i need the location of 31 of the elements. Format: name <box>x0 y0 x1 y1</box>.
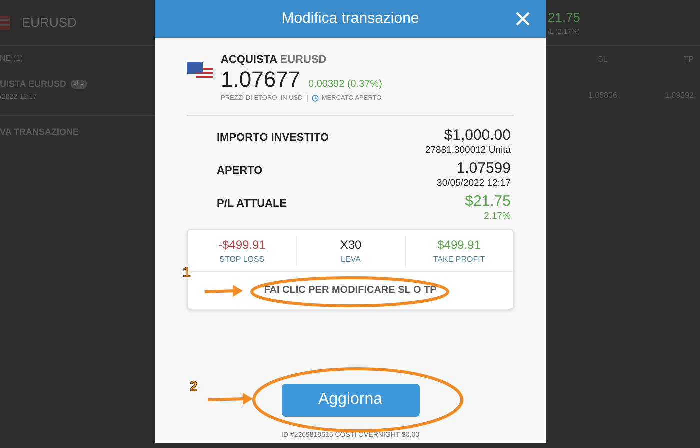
field-value: 1.07599 <box>456 159 511 178</box>
currency-flags-icon <box>187 62 213 80</box>
price: 1.07677 <box>221 68 301 90</box>
modal-title: Modifica transazione <box>282 8 420 29</box>
trade-instrument: ACQUISTA EURUSD <box>221 53 328 68</box>
annotation-arrow <box>204 285 243 297</box>
limit-value[interactable]: -$499.91 <box>218 236 266 254</box>
flag-icon <box>0 16 10 30</box>
field-value: $1,000.00 <box>444 126 511 146</box>
clock-icon <box>312 94 319 102</box>
edit-sl-tp-link[interactable]: FAI CLIC PER MODIFICARE SL O TP <box>264 283 437 298</box>
field-value: $21.75 <box>465 192 511 212</box>
pl-value: 21.75 <box>548 9 582 27</box>
instrument-title: EURUSD <box>22 14 77 32</box>
field-detail: 27881.300012 Unità <box>425 145 511 158</box>
limit-value[interactable]: X30 <box>340 236 362 254</box>
annotation-arrow <box>208 393 253 405</box>
limit-label: TAKE PROFIT <box>433 254 486 266</box>
field-detail: 2.17% <box>484 211 511 224</box>
step-number: 1 <box>183 264 191 280</box>
update-button[interactable]: Aggiorna <box>282 384 420 416</box>
field-detail: 30/05/2022 12:17 <box>437 178 511 190</box>
limit-label: LEVA <box>341 254 361 266</box>
field-label: IMPORTO INVESTITO <box>217 131 330 146</box>
field-label: APERTO <box>217 164 263 180</box>
limit-label: STOP LOSS <box>220 254 265 266</box>
price-change: 0.00392 (0.37%) <box>308 80 382 90</box>
step-number: 2 <box>190 378 198 394</box>
field-label: P/L ATTUALE <box>217 197 288 212</box>
limit-value[interactable]: $499.91 <box>438 236 482 254</box>
close-icon[interactable] <box>516 12 530 26</box>
